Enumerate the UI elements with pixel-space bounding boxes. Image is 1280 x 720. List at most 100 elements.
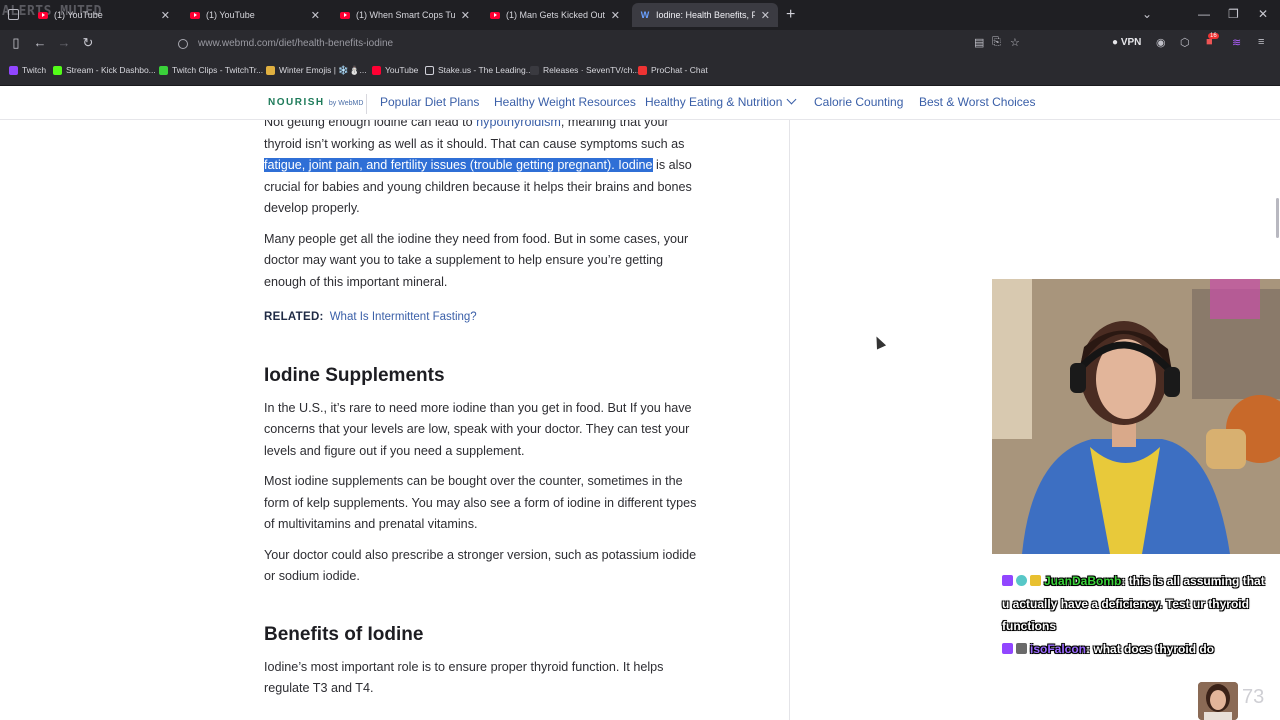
menu-icon[interactable]: ≡ [1258,36,1264,48]
bookmark-label: YouTube [385,65,419,75]
heading-iodine-supplements: Iodine Supplements [264,364,445,386]
close-icon[interactable]: ✕ [611,9,620,22]
close-icon[interactable]: ✕ [161,9,170,22]
kick-icon [53,65,62,75]
heading-benefits-of-iodine: Benefits of Iodine [264,623,424,645]
nav-healthy-weight-resources[interactable]: Healthy Weight Resources [494,95,636,109]
close-icon[interactable]: ✕ [311,9,320,22]
related-link-block: RELATED: What Is Intermittent Fasting? [264,307,704,329]
twitch-icon [9,65,18,75]
notification-badge: 16 [1208,33,1219,39]
vpn-label: VPN [1120,37,1142,48]
site-info-icon[interactable] [178,38,188,49]
webmd-favicon-icon: W [640,10,650,20]
stream-chat: JuanDaBomb: this is all assuming that u … [1002,570,1274,660]
nav-best-worst-choices[interactable]: Best & Worst Choices [919,95,1035,109]
nourish-logo[interactable]: NOURISH by WebMD [268,97,363,108]
back-icon[interactable]: ← [32,35,48,50]
nav-calorie-counting[interactable]: Calorie Counting [814,95,903,109]
tab-title: Iodine: Health Benefits, Potenti [656,10,755,20]
tab-bar: ALERTS MUTED (1) YouTube ✕ (1) YouTube ✕… [0,0,1280,30]
bookmark-winter-emojis[interactable]: Winter Emojis | ❄️⛄... [266,65,367,76]
tab-iodine-webmd[interactable]: W Iodine: Health Benefits, Potenti ✕ [632,3,778,27]
bookmark-kick-dashboard[interactable]: Stream - Kick Dashbo... [53,65,156,75]
close-icon[interactable]: ✕ [761,9,770,22]
minimize-icon[interactable]: — [1198,7,1210,21]
bookmark-label: Stake.us - The Leading... [438,65,533,75]
tab-search-chevron-icon[interactable]: ⌄ [1142,7,1152,21]
close-icon[interactable]: ✕ [461,9,470,22]
url-field[interactable]: www.webmd.com/diet/health-benefits-iodin… [178,34,968,53]
twitch-badge-icon [1002,575,1013,586]
mini-webcam-image [1198,682,1238,720]
youtube-icon [38,11,48,19]
sub-badge-icon [1016,642,1027,654]
viewer-count: 73 [1242,686,1265,708]
address-bar: ▯ ← → ↻ www.webmd.com/diet/health-benefi… [0,30,1280,57]
bookmark-twitch-clips[interactable]: Twitch Clips - TwitchTr... [159,65,263,75]
chat-text: what does thyroid do [1093,641,1215,656]
streamer-webcam-image [992,279,1280,554]
chat-username[interactable]: isoFalcon [1030,642,1086,656]
tab-title: (1) When Smart Cops Turn The [356,10,455,20]
site-navigation: NOURISH by WebMD Popular Diet Plans Heal… [0,86,1280,120]
screenshot-icon[interactable]: ⎘ [992,36,1001,49]
youtube-icon [340,11,350,19]
prochat-icon [638,65,647,75]
selected-text[interactable]: fatigue, joint pain, and fertility issue… [264,158,653,172]
related-article-link[interactable]: What Is Intermittent Fasting? [330,311,477,323]
emote-badge-icon [1030,575,1041,586]
stake-icon [425,65,434,75]
chat-message: isoFalcon: what does thyroid do [1002,638,1274,661]
chat-username[interactable]: JuanDaBomb [1044,574,1121,588]
bookmark-youtube[interactable]: YouTube [372,65,418,75]
tab-man-kicked-out[interactable]: (1) Man Gets Kicked Out Of Me ✕ [482,3,628,27]
logo-suffix: by WebMD [328,100,364,107]
twitch-badge-icon [1002,642,1013,654]
paragraph-prescription: Your doctor could also prescribe a stron… [264,547,697,584]
new-tab-icon[interactable]: + [786,6,795,24]
bookmark-seventv[interactable]: Releases · SevenTV/ch... [530,65,639,75]
related-label: RELATED: [264,311,324,323]
window-close-icon[interactable]: ✕ [1258,7,1268,21]
paragraph-supplement-need: Many people get all the iodine they need… [264,231,689,289]
extensions-icon[interactable]: ⬡ [1180,36,1190,49]
bookmark-star-icon[interactable]: ☆ [1010,36,1020,49]
paragraph-hypothyroidism: Not getting enough iodine can lead to hy… [264,112,704,220]
account-icon[interactable]: ◉ [1156,36,1166,49]
youtube-icon [372,65,381,75]
nav-divider [366,94,367,114]
reload-icon[interactable]: ↻ [80,35,96,51]
logo-text: NOURISH [268,97,325,108]
nav-label: Healthy Eating & Nutrition [645,95,783,109]
page-scrollbar[interactable] [1276,198,1279,238]
tab-smart-cops[interactable]: (1) When Smart Cops Turn The ✕ [332,3,478,27]
nav-healthy-eating-nutrition[interactable]: Healthy Eating & Nutrition [645,94,797,109]
bookmark-label: ProChat - Chat [651,65,708,75]
chat-text: this is all assuming that u actually hav… [1002,574,1265,633]
reader-mode-icon[interactable]: ▤ [974,36,984,49]
bookmark-label: Releases · SevenTV/ch... [543,65,640,75]
sidebar-icon[interactable]: ▯ [8,35,24,51]
restore-icon[interactable]: ❐ [1228,7,1239,21]
tab-youtube-2[interactable]: (1) YouTube ✕ [182,3,328,27]
forward-icon[interactable]: → [56,35,72,50]
bookmark-prochat[interactable]: ProChat - Chat [638,65,708,75]
bookmark-twitch[interactable]: Twitch [9,65,46,75]
youtube-icon [490,11,500,19]
sidebar-toggle-icon[interactable] [8,9,19,20]
tab-youtube-1[interactable]: (1) YouTube ✕ [30,3,178,27]
sidebar-divider [789,120,790,720]
vpn-button[interactable]: ● VPN [1112,37,1141,48]
youtube-icon [190,11,200,19]
url-text: www.webmd.com/diet/health-benefits-iodin… [198,38,394,49]
sub-badge-icon [1016,575,1027,586]
nav-popular-diet-plans[interactable]: Popular Diet Plans [380,95,479,109]
webcam-overlay [992,279,1280,554]
bookmark-label: Stream - Kick Dashbo... [66,65,156,75]
extension-purple-icon[interactable]: ≋ [1232,36,1241,49]
twitch-tracker-icon [159,65,168,75]
bookmark-stake[interactable]: Stake.us - The Leading... [425,65,533,75]
tab-title: (1) YouTube [206,10,255,20]
tab-title: (1) Man Gets Kicked Out Of Me [506,10,605,20]
